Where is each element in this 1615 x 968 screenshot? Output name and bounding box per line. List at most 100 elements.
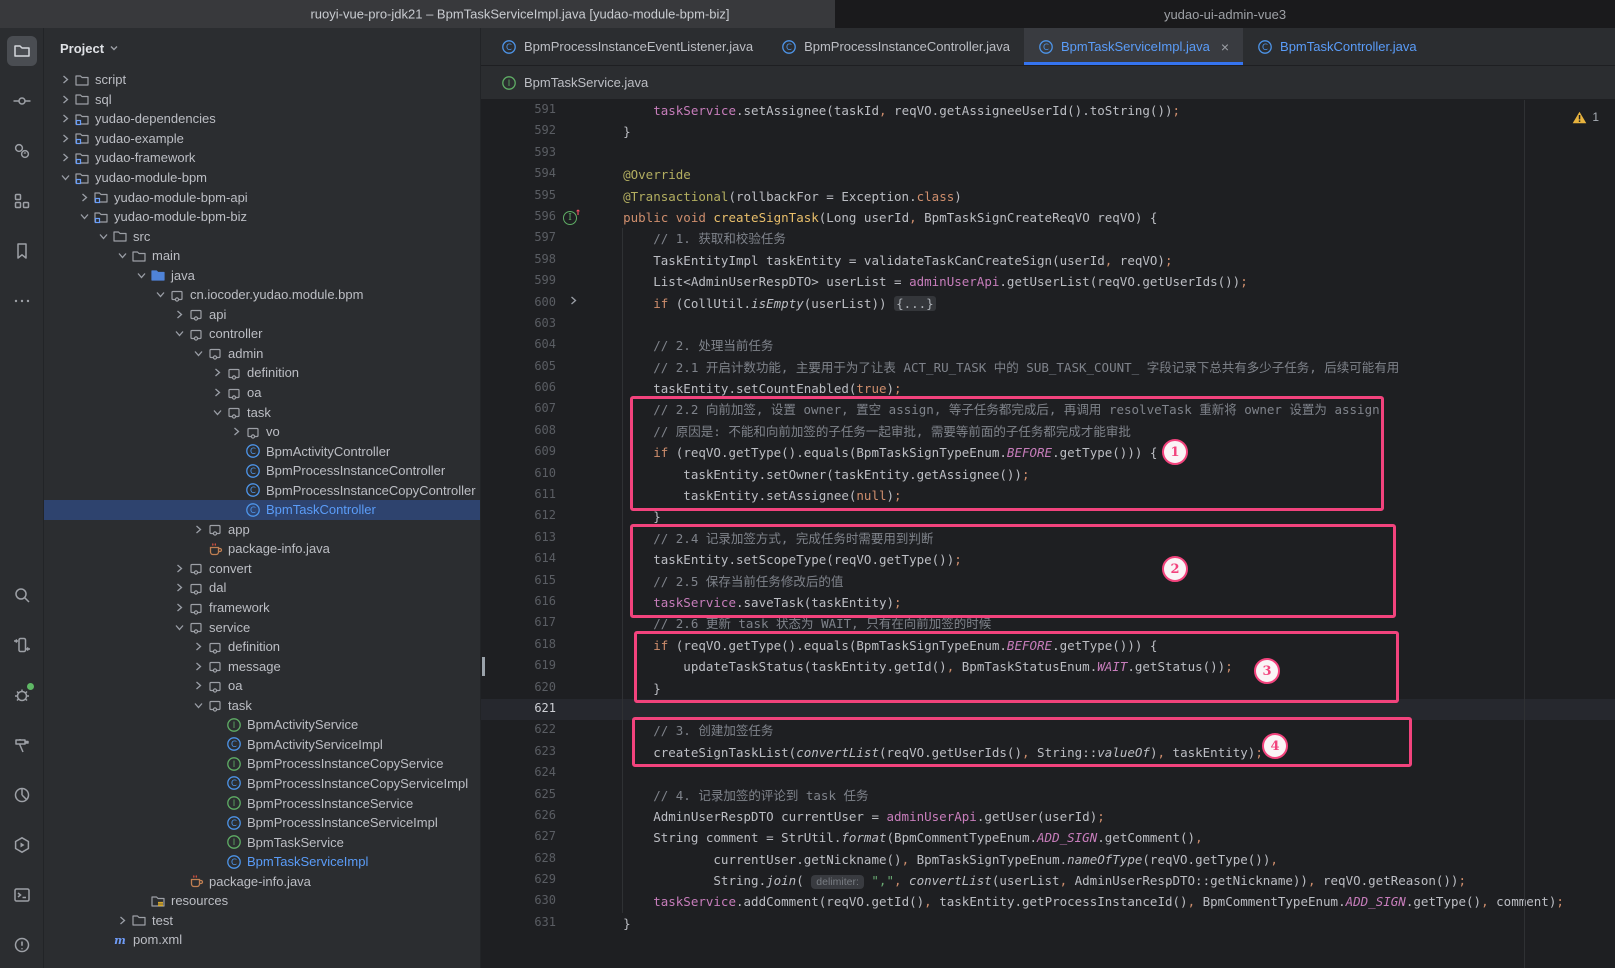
gutter[interactable]: 600 [481,293,593,314]
code-line-603[interactable]: 603 [481,314,1615,335]
gutter[interactable]: 619 [481,656,593,677]
panel-arrows-icon[interactable] [7,630,37,660]
gutter[interactable]: 622 [481,720,593,741]
tree-item-yudao-example[interactable]: yudao-example [44,129,480,149]
chevron-collapsed-icon[interactable] [210,368,225,377]
gutter[interactable]: 615 [481,571,593,592]
gutter[interactable]: 594 [481,164,593,185]
code-line-608[interactable]: 608 // 原因是: 不能和向前加签的子任务一起审批, 需要等前面的子任务都完… [481,421,1615,442]
gutter[interactable]: 591 [481,100,593,121]
code-line-591[interactable]: 591 taskService.setAssignee(taskId, reqV… [481,100,1615,121]
chevron-expanded-icon[interactable] [191,701,206,710]
structure-icon[interactable] [7,186,37,216]
gutter[interactable]: 623 [481,742,593,763]
code-line-609[interactable]: 609 if (reqVO.getType().equals(BpmTaskSi… [481,442,1615,463]
code-line-614[interactable]: 614 taskEntity.setScopeType(reqVO.getTyp… [481,549,1615,570]
tree-item-vo[interactable]: vo [44,422,480,442]
tree-item-oa[interactable]: oa [44,383,480,403]
code-line-631[interactable]: 631 } [481,913,1615,934]
gutter[interactable]: 618 [481,635,593,656]
gutter[interactable]: 596I↑ [481,207,593,228]
chevron-collapsed-icon[interactable] [77,193,92,202]
code-line-605[interactable]: 605 // 2.1 开启计数功能, 主要用于为了让表 ACT_RU_TASK … [481,357,1615,378]
gutter[interactable]: 599 [481,271,593,292]
search-icon[interactable] [7,580,37,610]
code-line-615[interactable]: 615 // 2.5 保存当前任务修改后的值 [481,571,1615,592]
chevron-expanded-icon[interactable] [153,290,168,299]
code-line-612[interactable]: 612 } [481,506,1615,527]
tree-item-controller[interactable]: controller [44,324,480,344]
code-line-619[interactable]: 619 updateTaskStatus(taskEntity.getId(),… [481,656,1615,677]
tree-item-bpmprocessinstanceservice[interactable]: IBpmProcessInstanceService [44,793,480,813]
code-line-611[interactable]: 611 taskEntity.setAssignee(null); [481,485,1615,506]
code-line-594[interactable]: 594 @Override [481,164,1615,185]
tree-item-admin[interactable]: admin [44,344,480,364]
commit-icon[interactable] [7,86,37,116]
tree-item-task[interactable]: task [44,402,480,422]
tab-bpmprocessinstancecontroller.java[interactable]: CBpmProcessInstanceController.java [767,28,1024,65]
gutter[interactable]: 625 [481,785,593,806]
tree-item-src[interactable]: src [44,226,480,246]
code-line-623[interactable]: 623 createSignTaskList(convertList(reqVO… [481,742,1615,763]
tree-item-convert[interactable]: convert [44,559,480,579]
tree-item-bpmprocessinstancecopycontroller[interactable]: CBpmProcessInstanceCopyController [44,480,480,500]
gutter[interactable]: 598 [481,250,593,271]
code-line-599[interactable]: 599 List<AdminUserRespDTO> userList = ad… [481,271,1615,292]
chevron-expanded-icon[interactable] [172,623,187,632]
tree-item-dal[interactable]: dal [44,578,480,598]
tree-item-bpmactivitycontroller[interactable]: CBpmActivityController [44,441,480,461]
background-window-titlebar[interactable]: yudao-ui-admin-vue3 [835,0,1615,28]
chevron-expanded-icon[interactable] [191,349,206,358]
gutter[interactable]: 621 [481,699,593,720]
chevron-collapsed-icon[interactable] [58,114,73,123]
tree-item-definition[interactable]: definition [44,637,480,657]
window-titlebar[interactable]: ruoyi-vue-pro-jdk21 – BpmTaskServiceImpl… [0,0,835,28]
chevron-collapsed-icon[interactable] [210,388,225,397]
fold-marker-icon[interactable] [569,295,578,308]
gutter[interactable]: 616 [481,592,593,613]
code-line-621[interactable]: 621 [481,699,1615,720]
chevron-collapsed-icon[interactable] [229,427,244,436]
gutter[interactable]: 631 [481,913,593,934]
gutter[interactable]: 609 [481,442,593,463]
chevron-expanded-icon[interactable] [172,329,187,338]
gutter[interactable]: 595 [481,186,593,207]
chevron-collapsed-icon[interactable] [58,153,73,162]
code-line-616[interactable]: 616 taskService.saveTask(taskEntity); [481,592,1615,613]
chevron-collapsed-icon[interactable] [172,564,187,573]
code-line-627[interactable]: 627 String comment = StrUtil.format(BpmC… [481,827,1615,848]
gutter[interactable]: 630 [481,891,593,912]
gutter[interactable]: 614 [481,549,593,570]
gutter[interactable]: 627 [481,827,593,848]
tree-item-framework[interactable]: framework [44,598,480,618]
chevron-expanded-icon[interactable] [77,212,92,221]
code-line-593[interactable]: 593 [481,143,1615,164]
tree-item-bpmtaskserviceimpl[interactable]: CBpmTaskServiceImpl [44,852,480,872]
gutter[interactable]: 629 [481,870,593,891]
code-line-592[interactable]: 592 } [481,121,1615,142]
tree-item-bpmactivityserviceimpl[interactable]: CBpmActivityServiceImpl [44,735,480,755]
tree-item-package-info.java[interactable]: package-info.java [44,871,480,891]
tree-item-bpmactivityservice[interactable]: IBpmActivityService [44,715,480,735]
tree-item-yudao-framework[interactable]: yudao-framework [44,148,480,168]
code-line-596[interactable]: 596I↑ public void createSignTask(Long us… [481,207,1615,228]
gutter[interactable]: 617 [481,613,593,634]
chevron-collapsed-icon[interactable] [172,583,187,592]
problems-icon[interactable] [7,930,37,960]
chevron-collapsed-icon[interactable] [172,310,187,319]
code-line-622[interactable]: 622 // 3. 创建加签任务 [481,720,1615,741]
gutter[interactable]: 613 [481,528,593,549]
tab-bpmtaskcontroller.java[interactable]: CBpmTaskController.java [1243,28,1431,65]
gutter[interactable]: 628 [481,849,593,870]
vcs-change-marker[interactable] [482,657,485,676]
tree-item-service[interactable]: service [44,617,480,637]
gutter[interactable]: 610 [481,464,593,485]
tree-item-pom.xml[interactable]: mpom.xml [44,930,480,950]
chevron-collapsed-icon[interactable] [115,916,130,925]
gutter[interactable]: 597 [481,228,593,249]
services-icon[interactable] [7,830,37,860]
tree-item-bpmtaskcontroller[interactable]: CBpmTaskController [44,500,480,520]
gutter[interactable]: 605 [481,357,593,378]
tree-item-oa[interactable]: oa [44,676,480,696]
chevron-collapsed-icon[interactable] [172,603,187,612]
